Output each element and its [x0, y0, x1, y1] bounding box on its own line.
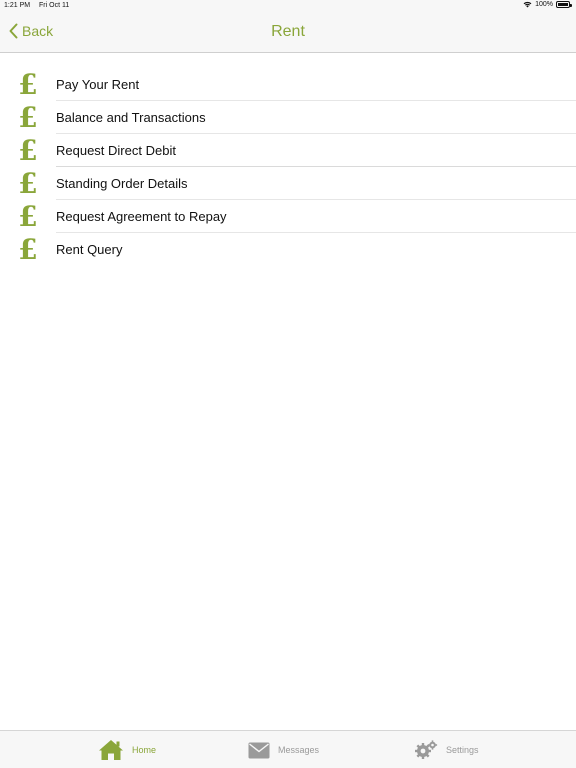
battery-icon: [556, 1, 572, 8]
list-item-label: Rent Query: [56, 242, 123, 257]
gear-icon: [415, 740, 438, 759]
pound-icon: £: [18, 167, 38, 200]
status-right: 100%: [523, 1, 572, 8]
list-item-balance-and-transactions[interactable]: £ Balance and Transactions: [0, 101, 576, 134]
list-item-pay-your-rent[interactable]: £ Pay Your Rent: [0, 68, 576, 101]
list-item-label: Pay Your Rent: [56, 77, 140, 92]
pound-icon: £: [18, 101, 38, 134]
list-item-rent-query[interactable]: £ Rent Query: [0, 233, 576, 266]
navigation-bar: Back Rent: [0, 12, 576, 53]
pound-icon: £: [18, 134, 38, 167]
page-title: Rent: [271, 23, 305, 40]
rent-menu-list: £ Pay Your Rent £ Balance and Transactio…: [0, 68, 576, 266]
tab-label: Settings: [446, 745, 479, 755]
wifi-icon: [523, 1, 532, 8]
list-item-request-direct-debit[interactable]: £ Request Direct Debit: [0, 134, 576, 167]
tab-bar: Home Messages Settings: [0, 730, 576, 768]
envelope-icon: [248, 742, 270, 758]
status-time: 1:21 PM: [4, 2, 31, 9]
screen: 1:21 PM Fri Oct 11 100% Back Rent £ Pay …: [0, 0, 576, 768]
status-left: 1:21 PM Fri Oct 11: [4, 2, 76, 9]
list-item-label: Balance and Transactions: [56, 110, 206, 125]
battery-percentage: 100%: [535, 1, 553, 8]
pound-icon: £: [18, 233, 38, 266]
list-item-label: Request Agreement to Repay: [56, 209, 227, 224]
tab-messages[interactable]: Messages: [248, 738, 319, 762]
tab-label: Home: [132, 745, 157, 755]
status-date: Fri Oct 11: [39, 2, 70, 9]
tab-home[interactable]: Home: [98, 738, 156, 762]
list-item-request-agreement-to-repay[interactable]: £ Request Agreement to Repay: [0, 200, 576, 233]
list-item-label: Standing Order Details: [56, 176, 188, 191]
tab-label: Messages: [278, 745, 320, 755]
list-item-label: Request Direct Debit: [56, 143, 176, 158]
status-bar: 1:21 PM Fri Oct 11 100%: [0, 0, 576, 12]
pound-icon: £: [18, 68, 38, 101]
tab-settings[interactable]: Settings: [414, 738, 479, 762]
home-icon: [99, 740, 123, 760]
pound-icon: £: [18, 200, 38, 233]
list-item-standing-order-details[interactable]: £ Standing Order Details: [0, 167, 576, 200]
